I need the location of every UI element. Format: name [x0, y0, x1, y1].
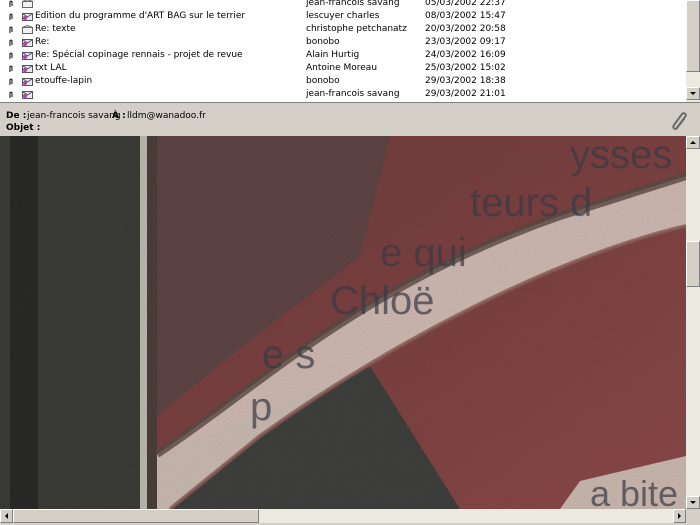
message-date: 08/03/2002 15:47	[425, 11, 506, 21]
message-row[interactable]: jean-francois savang 29/03/2002 21:01	[0, 88, 686, 101]
message-row[interactable]: Re: bonobo 23/03/2002 09:17	[0, 36, 686, 49]
from-value: jean-francois savang	[27, 111, 121, 121]
message-subject: Edition du programme d'ART BAG sur le te…	[35, 11, 246, 21]
message-subject: Re: texte	[35, 24, 76, 34]
preview-text-5: e s	[262, 333, 315, 377]
message-header: De : jean-francois savang À : lldm@wanad…	[0, 107, 700, 136]
message-date: 23/03/2002 09:17	[425, 37, 506, 47]
message-subject: etouffe-lapin	[35, 76, 93, 86]
preview-scroll-thumb[interactable]	[686, 241, 700, 287]
preview-text-1: ysses	[570, 136, 672, 177]
scroll-corner	[686, 509, 700, 523]
message-row[interactable]: txt LAL Antoine Moreau 25/03/2002 15:02	[0, 62, 686, 75]
message-list-scroll-down-button[interactable]	[686, 87, 700, 100]
message-row[interactable]: Edition du programme d'ART BAG sur le te…	[0, 10, 686, 23]
envelope-icon	[22, 39, 33, 47]
envelope-icon	[22, 91, 33, 99]
envelope-icon	[22, 65, 33, 73]
paperclip-icon[interactable]	[670, 111, 690, 133]
message-from: bonobo	[306, 37, 340, 47]
message-date: 05/03/2002 22:37	[425, 0, 506, 8]
message-date: 20/03/2002 20:58	[425, 24, 506, 34]
chevron-down-icon	[690, 501, 696, 504]
message-from: christophe petchanatz	[306, 24, 407, 34]
message-preview-image: ysses teurs d e qui Chloë e s p a bite	[0, 136, 686, 509]
message-from: lescuyer charles	[306, 11, 380, 21]
message-date: 29/03/2002 21:01	[425, 89, 506, 99]
message-subject: txt LAL	[35, 63, 67, 73]
paperclip-icon	[9, 39, 13, 46]
preview-text-3: e qui	[380, 231, 467, 275]
chevron-down-icon	[690, 92, 696, 95]
message-date: 25/03/2002 15:02	[425, 63, 506, 73]
preview-text-6: p	[250, 385, 272, 429]
message-date: 24/03/2002 16:09	[425, 50, 506, 60]
paperclip-icon	[9, 26, 13, 33]
message-from: Antoine Moreau	[306, 63, 378, 73]
envelope-read-icon	[22, 25, 33, 34]
message-row[interactable]: Re: Spécial copinage rennais - projet de…	[0, 49, 686, 62]
chevron-right-icon	[678, 513, 681, 519]
message-row[interactable]: Re: texte christophe petchanatz 20/03/2002…	[0, 23, 686, 36]
message-from: jean-francois savang	[306, 89, 400, 99]
message-subject: Re:	[35, 37, 50, 47]
message-from: Alain Hurtig	[306, 50, 360, 60]
preview-scroll-up-button[interactable]	[686, 136, 700, 149]
message-from: bonobo	[306, 76, 340, 86]
preview-text-7: a bite	[590, 473, 678, 509]
message-list-scroll-thumb[interactable]	[686, 0, 700, 72]
to-label: À :	[112, 111, 126, 121]
paperclip-icon	[9, 0, 13, 7]
preview-scroll-right-button[interactable]	[673, 509, 686, 523]
preview-text-4: Chloë	[330, 279, 435, 323]
preview-scroll-left-button[interactable]	[0, 509, 13, 523]
paperclip-icon	[9, 91, 13, 98]
preview-text-2: teurs d	[470, 181, 592, 225]
paperclip-icon	[9, 78, 13, 85]
paperclip-icon	[9, 65, 13, 72]
chevron-left-icon	[5, 513, 8, 519]
message-subject: Re: Spécial copinage rennais - projet de…	[35, 50, 243, 60]
to-value: lldm@wanadoo.fr	[127, 111, 206, 121]
paperclip-icon	[9, 52, 13, 59]
preview-hscroll-thumb[interactable]	[13, 509, 259, 523]
message-list-vscrollbar[interactable]	[686, 0, 700, 102]
envelope-icon	[22, 13, 33, 21]
message-row[interactable]: jean-francois savang 05/03/2002 22:37	[0, 0, 686, 10]
envelope-icon	[22, 78, 33, 86]
subject-label: Objet :	[6, 123, 41, 133]
preview-scroll-down-button[interactable]	[686, 496, 700, 509]
message-row[interactable]: etouffe-lapin bonobo 29/03/2002 18:38	[0, 75, 686, 88]
chevron-up-icon	[690, 141, 696, 144]
envelope-icon	[22, 52, 33, 60]
preview-artwork: ysses teurs d e qui Chloë e s p a bite	[0, 136, 686, 509]
message-from: jean-francois savang	[306, 0, 400, 8]
preview-vscrollbar[interactable]	[686, 136, 700, 509]
message-list: jean-francois savang 05/03/2002 22:37 Edit…	[0, 0, 686, 101]
paperclip-icon	[9, 13, 13, 20]
message-date: 29/03/2002 18:38	[425, 76, 506, 86]
message-list-pane: jean-francois savang 05/03/2002 22:37 Edit…	[0, 0, 700, 102]
preview-hscrollbar[interactable]	[0, 509, 686, 523]
from-label: De :	[6, 111, 27, 121]
envelope-read-icon	[22, 0, 33, 8]
